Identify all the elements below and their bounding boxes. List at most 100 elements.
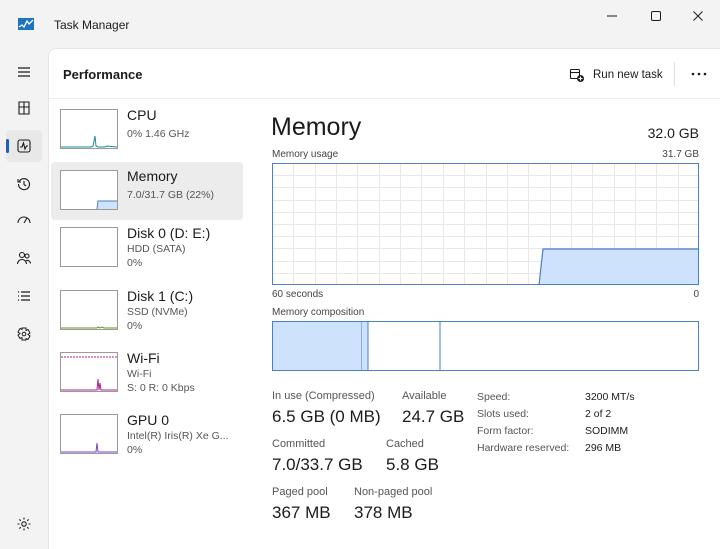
device-list: CPU 0% 1.46 GHz Memory 7.0/31.7 GB (22%)…: [51, 101, 245, 541]
memory-usage-label: Memory usage: [272, 149, 339, 160]
nav-processes[interactable]: [6, 92, 42, 124]
processes-icon: [18, 101, 30, 115]
cached-value: 5.8 GB: [386, 455, 439, 474]
memory-thumbnail: [60, 170, 118, 210]
cpu-thumbnail: [60, 109, 118, 149]
close-button[interactable]: [676, 0, 720, 32]
memory-usage-chart: [272, 163, 699, 285]
active-indicator: [6, 139, 9, 153]
page-title: Performance: [63, 67, 143, 82]
in-use-label: In use (Compressed): [272, 390, 375, 402]
nav-startup-apps[interactable]: [6, 204, 42, 236]
slots-used-value: 2 of 2: [585, 408, 612, 420]
title-bar: Task Manager: [0, 0, 720, 48]
form-factor-key: Form factor:: [477, 425, 534, 437]
device-name: CPU: [127, 107, 157, 123]
maximize-icon: [651, 11, 661, 21]
composition-modified: [362, 322, 368, 370]
more-options-button[interactable]: [685, 63, 713, 85]
device-usage: 0%: [127, 257, 143, 269]
memory-usage-max: 31.7 GB: [662, 149, 699, 160]
nav-services[interactable]: [6, 318, 42, 350]
device-usage: 0%: [127, 320, 143, 332]
page-header: Performance Run new task: [49, 49, 720, 99]
maximize-button[interactable]: [634, 0, 678, 32]
gpu-thumbnail: [60, 414, 118, 454]
device-memory[interactable]: Memory 7.0/31.7 GB (22%): [51, 162, 243, 220]
device-detail: Wi-Fi: [127, 368, 152, 380]
run-new-task-label: Run new task: [593, 69, 663, 81]
device-detail: Intel(R) Iris(R) Xe G...: [127, 430, 229, 442]
memory-composition-bar: [272, 321, 699, 371]
slots-used-key: Slots used:: [477, 408, 529, 420]
paged-pool-value: 367 MB: [272, 503, 331, 522]
memory-title: Memory: [271, 113, 362, 141]
device-name: Disk 1 (C:): [127, 288, 194, 304]
device-detail: HDD (SATA): [127, 243, 186, 255]
run-new-task-button[interactable]: Run new task: [569, 65, 663, 85]
details-icon: [18, 291, 30, 301]
minimize-button[interactable]: [590, 0, 634, 32]
device-disk-1[interactable]: Disk 1 (C:) SSD (NVMe) 0%: [51, 282, 243, 340]
performance-icon: [17, 139, 31, 153]
device-cpu[interactable]: CPU 0% 1.46 GHz: [51, 101, 243, 159]
hardware-reserved-key: Hardware reserved:: [477, 442, 570, 454]
nav-app-history[interactable]: [6, 168, 42, 200]
header-separator: [674, 62, 675, 86]
available-label: Available: [402, 390, 447, 402]
disk-0-thumbnail: [60, 227, 118, 267]
device-usage: S: 0 R: 0 Kbps: [127, 382, 195, 394]
wifi-thumbnail: [60, 352, 118, 392]
device-wifi[interactable]: Wi-Fi Wi-Fi S: 0 R: 0 Kbps: [51, 344, 243, 402]
app-history-icon: [17, 178, 31, 191]
users-icon: [16, 251, 32, 265]
memory-panel: Memory 32.0 GB Memory usage 31.7 GB 60 s…: [271, 101, 701, 541]
memory-usage-area: [539, 249, 698, 285]
non-paged-pool-label: Non-paged pool: [354, 486, 433, 498]
settings-icon: [17, 517, 31, 531]
memory-total: 32.0 GB: [647, 125, 699, 141]
speed-key: Speed:: [477, 391, 511, 403]
cached-label: Cached: [386, 438, 424, 450]
content-pane: Performance Run new task CPU 0% 1.46 GHz…: [48, 48, 720, 549]
committed-label: Committed: [272, 438, 326, 450]
device-detail: SSD (NVMe): [127, 306, 188, 318]
device-detail: 0% 1.46 GHz: [127, 128, 190, 140]
device-name: GPU 0: [127, 412, 170, 428]
hamburger-menu-icon: [18, 67, 30, 77]
non-paged-pool-value: 378 MB: [354, 503, 413, 522]
available-value: 24.7 GB: [402, 407, 465, 426]
run-new-task-icon: [569, 68, 584, 82]
chart-time-end: 0: [693, 289, 699, 300]
nav-menu-button[interactable]: [6, 56, 42, 88]
nav-details[interactable]: [6, 280, 42, 312]
startup-apps-icon: [17, 216, 31, 224]
nav-settings[interactable]: [6, 508, 42, 540]
device-detail: 7.0/31.7 GB (22%): [127, 189, 214, 201]
device-name: Disk 0 (D: E:): [127, 225, 211, 241]
device-name: Memory: [127, 168, 178, 184]
chart-time-span: 60 seconds: [272, 289, 324, 300]
hardware-reserved-value: 296 MB: [585, 442, 622, 454]
form-factor-value: SODIMM: [585, 425, 629, 437]
device-disk-0[interactable]: Disk 0 (D: E:) HDD (SATA) 0%: [51, 219, 243, 277]
speed-value: 3200 MT/s: [585, 391, 635, 403]
in-use-value: 6.5 GB (0 MB): [272, 407, 381, 426]
memory-composition-label: Memory composition: [272, 307, 365, 318]
disk-1-thumbnail: [60, 290, 118, 330]
device-gpu[interactable]: GPU 0 Intel(R) Iris(R) Xe G... 0%: [51, 406, 243, 464]
nav-users[interactable]: [6, 242, 42, 274]
task-manager-icon: [18, 18, 34, 30]
services-icon: [17, 327, 31, 341]
nav-sidebar: [0, 48, 48, 549]
more-options-icon: [691, 72, 707, 76]
minimize-icon: [607, 15, 617, 17]
committed-value: 7.0/33.7 GB: [272, 455, 363, 474]
window-title: Task Manager: [54, 18, 130, 32]
paged-pool-label: Paged pool: [272, 486, 328, 498]
close-icon: [693, 11, 703, 21]
composition-in-use: [273, 322, 362, 370]
nav-performance[interactable]: [6, 130, 42, 162]
device-usage: 0%: [127, 444, 143, 456]
device-name: Wi-Fi: [127, 350, 160, 366]
